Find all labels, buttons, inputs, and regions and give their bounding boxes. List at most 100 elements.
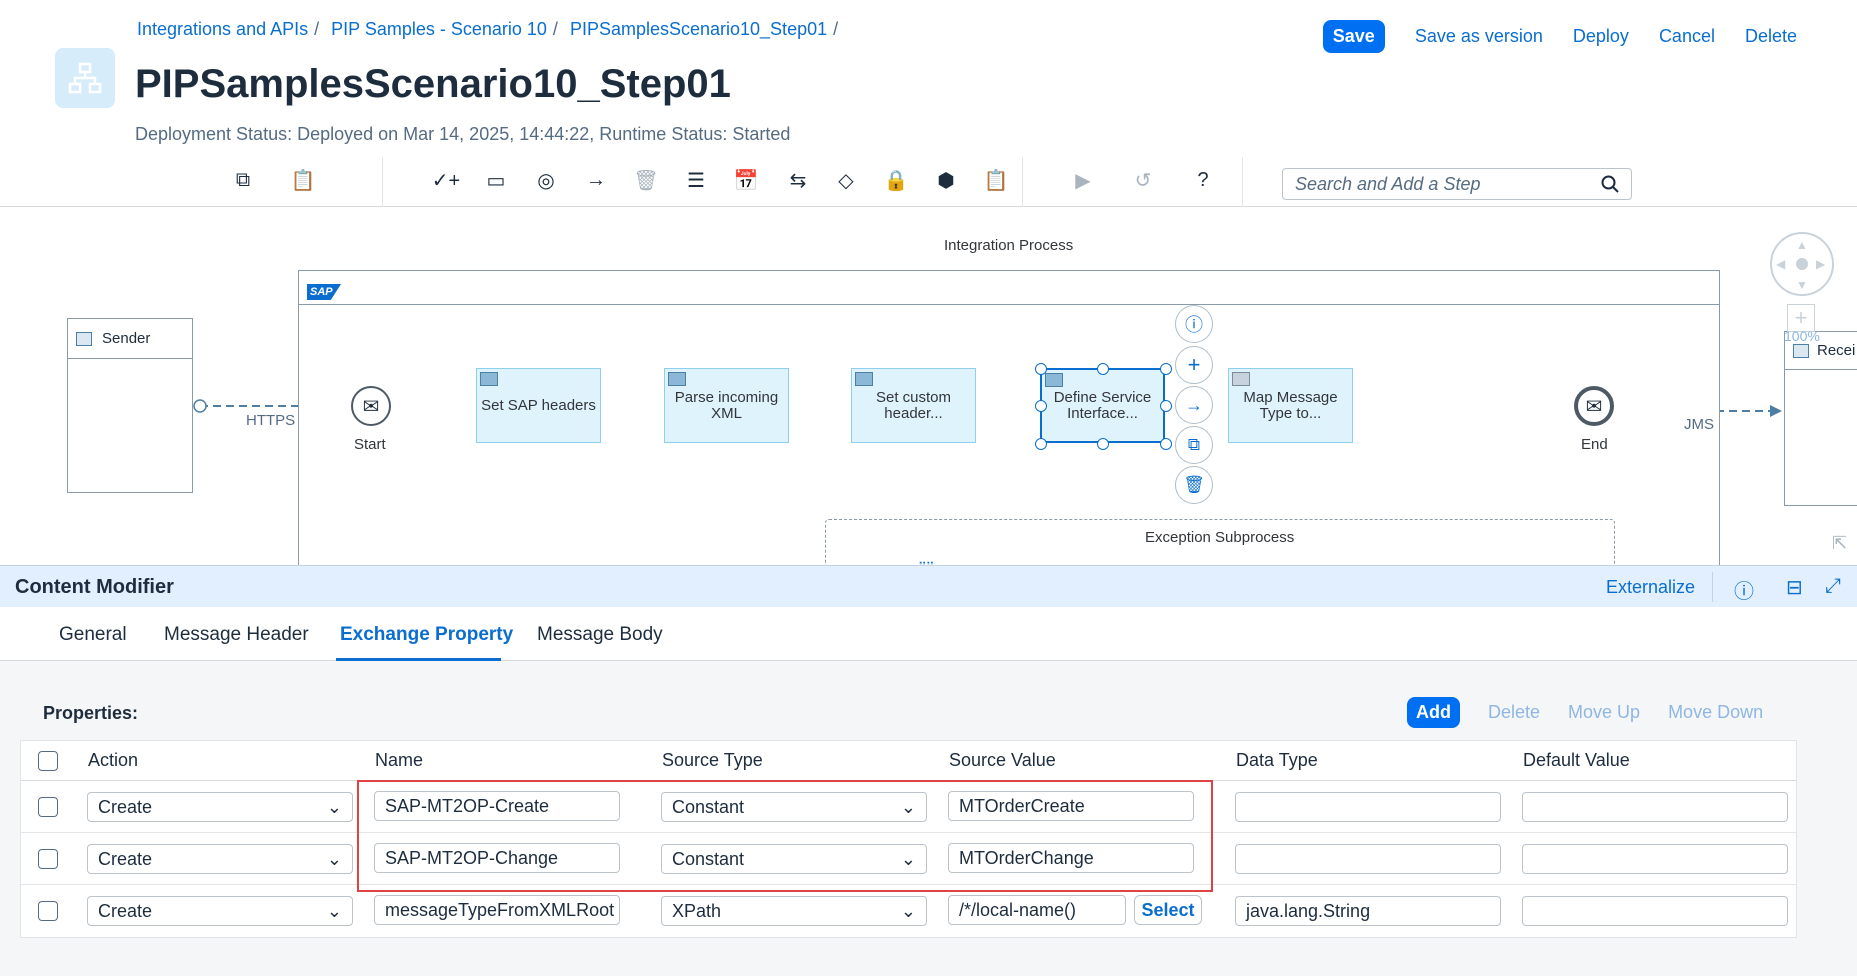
step-parse-incoming-xml[interactable]: Parse incoming XML bbox=[664, 368, 789, 443]
modeling-canvas[interactable]: Sender SAP Integration Process HTTPS JMS… bbox=[0, 208, 1857, 565]
step-map-message-type[interactable]: Map Message Type to... bbox=[1228, 368, 1353, 443]
persistence-icon[interactable]: ⬢ bbox=[933, 167, 959, 193]
toolbar-divider bbox=[382, 157, 383, 207]
pan-right-icon[interactable]: ▶ bbox=[1816, 257, 1825, 271]
help-icon[interactable]: ? bbox=[1190, 167, 1216, 193]
default-value-input[interactable] bbox=[1522, 844, 1788, 874]
name-input[interactable]: messageTypeFromXMLRoot bbox=[374, 895, 620, 925]
info-icon[interactable]: ⓘ bbox=[1175, 305, 1213, 343]
resize-handle[interactable] bbox=[1160, 400, 1172, 412]
search-icon[interactable] bbox=[1601, 175, 1619, 193]
breadcrumb-item-package[interactable]: PIP Samples - Scenario 10 bbox=[331, 19, 547, 40]
tab-exchange-property[interactable]: Exchange Property bbox=[340, 624, 513, 646]
cancel-button[interactable]: Cancel bbox=[1659, 26, 1715, 47]
step-label: Parse incoming XML bbox=[674, 388, 779, 422]
collapse-overview-icon[interactable]: ⇱ bbox=[1832, 533, 1847, 554]
validator-icon[interactable]: 📋 bbox=[983, 167, 1009, 193]
data-type-input[interactable] bbox=[1235, 844, 1501, 874]
breadcrumb-separator: / bbox=[314, 19, 320, 39]
security-icon[interactable]: 🔒 bbox=[883, 167, 909, 193]
column-name: Name bbox=[375, 750, 424, 770]
pan-left-icon[interactable]: ◀ bbox=[1776, 257, 1785, 271]
column-action: Action bbox=[88, 750, 139, 770]
resize-handle[interactable] bbox=[1035, 400, 1047, 412]
receiver-participant[interactable]: Recei bbox=[1784, 331, 1857, 506]
simulation-reset-icon[interactable]: ↺ bbox=[1130, 167, 1156, 193]
delete-row-button[interactable]: Delete bbox=[1488, 702, 1540, 723]
resize-handle[interactable] bbox=[1097, 438, 1109, 450]
step-set-sap-headers[interactable]: Set SAP headers bbox=[476, 368, 601, 443]
sender-participant[interactable]: Sender bbox=[67, 318, 193, 493]
step-label: Define Service Interface... bbox=[1053, 388, 1152, 422]
resize-handle[interactable] bbox=[1160, 438, 1172, 450]
action-select[interactable]: Create ⌄ bbox=[87, 792, 353, 822]
transformation-icon[interactable]: ☰ bbox=[683, 167, 709, 193]
select-all-checkbox[interactable] bbox=[38, 751, 58, 771]
pan-up-icon[interactable]: ▲ bbox=[1796, 238, 1808, 252]
connector-icon[interactable]: → bbox=[583, 167, 609, 193]
search-step-input[interactable]: Search and Add a Step bbox=[1282, 168, 1632, 200]
source-type-select[interactable]: XPath ⌄ bbox=[661, 896, 927, 926]
tab-message-header[interactable]: Message Header bbox=[164, 624, 309, 646]
https-adapter-label[interactable]: HTTPS bbox=[246, 412, 295, 429]
data-type-input[interactable] bbox=[1235, 792, 1501, 822]
action-select[interactable]: Create ⌄ bbox=[87, 896, 353, 926]
resize-handle[interactable] bbox=[1160, 363, 1172, 375]
copy-icon[interactable]: ⧉ bbox=[230, 167, 256, 193]
externalize-button[interactable]: Externalize bbox=[1606, 577, 1695, 598]
connect-arrow-icon[interactable]: → bbox=[1175, 386, 1213, 424]
save-as-version-button[interactable]: Save as version bbox=[1415, 26, 1543, 47]
breadcrumb-separator: / bbox=[833, 19, 839, 39]
delete-button[interactable]: Delete bbox=[1745, 26, 1797, 47]
delete-step-icon[interactable]: 🗑 bbox=[1175, 466, 1213, 504]
tab-general[interactable]: General bbox=[59, 624, 127, 646]
default-value-input[interactable] bbox=[1522, 896, 1788, 926]
step-set-custom-header[interactable]: Set custom header... bbox=[851, 368, 976, 443]
row-checkbox[interactable] bbox=[38, 849, 58, 869]
resize-handle[interactable] bbox=[1035, 363, 1047, 375]
action-select[interactable]: Create ⌄ bbox=[87, 844, 353, 874]
select-xpath-button[interactable]: Select bbox=[1134, 895, 1202, 925]
delete-icon[interactable]: 🗑 bbox=[633, 167, 659, 193]
deploy-button[interactable]: Deploy bbox=[1573, 26, 1629, 47]
move-down-button[interactable]: Move Down bbox=[1668, 702, 1763, 723]
minimize-icon[interactable]: ⊟ bbox=[1786, 575, 1803, 600]
pan-down-icon[interactable]: ▼ bbox=[1796, 278, 1808, 292]
add-button[interactable]: Add bbox=[1407, 697, 1460, 728]
zoom-level: 100% bbox=[1784, 328, 1820, 344]
default-value-input[interactable] bbox=[1522, 792, 1788, 822]
end-label: End bbox=[1581, 436, 1608, 453]
gateway-icon[interactable]: ◇ bbox=[833, 167, 859, 193]
resize-handle[interactable] bbox=[1035, 438, 1047, 450]
save-button[interactable]: Save bbox=[1322, 20, 1385, 53]
tab-message-body[interactable]: Message Body bbox=[537, 624, 663, 646]
source-value-input[interactable]: /*/local-name() bbox=[948, 895, 1126, 925]
help-icon[interactable]: ⓘ bbox=[1734, 575, 1754, 604]
row-checkbox[interactable] bbox=[38, 797, 58, 817]
call-icon[interactable]: 📅 bbox=[733, 167, 759, 193]
action-value: Create bbox=[98, 796, 153, 817]
sender-label: Sender bbox=[102, 330, 151, 347]
breadcrumb-item-iflow[interactable]: PIPSamplesScenario10_Step01 bbox=[570, 19, 827, 40]
step-define-service-interface[interactable]: Define Service Interface... bbox=[1040, 368, 1165, 443]
expand-icon[interactable]: ⤢ bbox=[1825, 575, 1841, 598]
routing-icon[interactable]: ⇆ bbox=[785, 167, 811, 193]
breadcrumb-item-integrations[interactable]: Integrations and APIs bbox=[137, 19, 308, 40]
events-icon[interactable]: ◎ bbox=[533, 167, 559, 193]
add-icon[interactable]: + bbox=[1175, 346, 1213, 384]
simulation-play-icon[interactable]: ▶ bbox=[1070, 167, 1096, 193]
start-event[interactable]: ✉ bbox=[351, 386, 391, 426]
jms-adapter-label[interactable]: JMS bbox=[1684, 416, 1714, 433]
receiver-label: Recei bbox=[1817, 342, 1856, 359]
data-type-input[interactable]: java.lang.String bbox=[1235, 896, 1501, 926]
process-icon[interactable]: ▭ bbox=[483, 167, 509, 193]
pan-control[interactable]: ▲ ▼ ◀ ▶ bbox=[1770, 232, 1834, 296]
resize-handle[interactable] bbox=[1097, 363, 1109, 375]
paste-icon[interactable]: 📋 bbox=[290, 167, 316, 193]
move-up-button[interactable]: Move Up bbox=[1568, 702, 1640, 723]
participants-icon[interactable]: ✓+ bbox=[432, 167, 460, 193]
end-event[interactable]: ✉ bbox=[1574, 386, 1614, 426]
copy-step-icon[interactable]: ⧉ bbox=[1175, 426, 1213, 464]
row-checkbox[interactable] bbox=[38, 901, 58, 921]
start-label: Start bbox=[354, 436, 386, 453]
